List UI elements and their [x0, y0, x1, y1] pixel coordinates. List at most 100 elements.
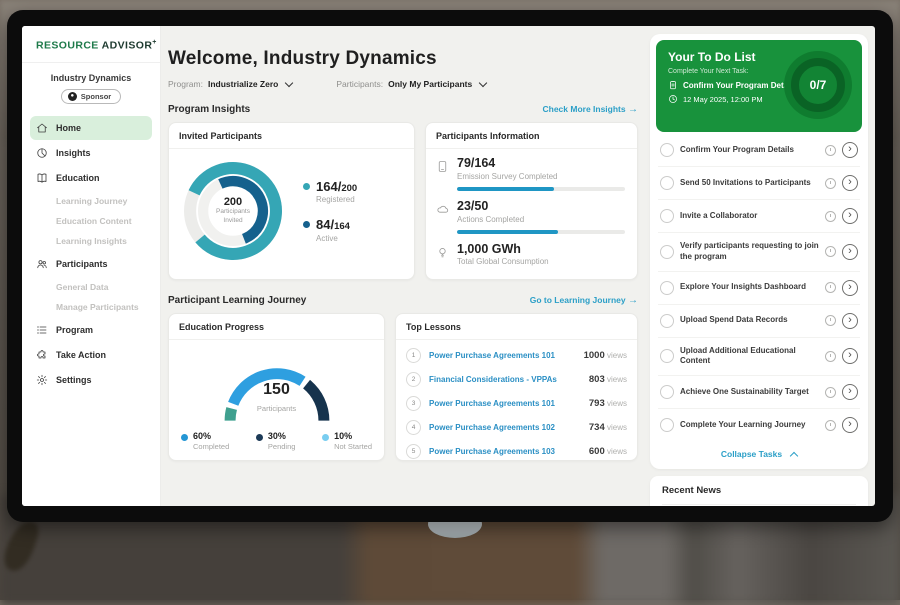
lesson-row: 1 Power Purchase Agreements 101 1000 vie… [406, 343, 627, 367]
card-title: Invited Participants [169, 123, 414, 149]
task-checkbox[interactable] [660, 209, 674, 223]
participants-information-card: Participants Information 79/164 Emission… [425, 122, 638, 280]
lesson-link[interactable]: Power Purchase Agreements 103 [429, 447, 581, 456]
recent-news-card: Recent News [650, 476, 868, 506]
task-checkbox[interactable] [660, 314, 674, 328]
legend-dot [322, 434, 329, 441]
lesson-views: 793 views [589, 398, 627, 409]
sidebar-item-program[interactable]: Program [30, 318, 152, 342]
insights-icon [36, 147, 48, 159]
lesson-row: 3 Power Purchase Agreements 101 793 view… [406, 391, 627, 415]
task-row: Upload Spend Data Records › [658, 305, 860, 338]
task-label: Confirm Your Program Details [680, 145, 819, 156]
task-row: Verify participants requesting to join t… [658, 233, 860, 272]
task-row: Send 50 Invitations to Participants › [658, 167, 860, 200]
sidebar-item-settings[interactable]: Settings [30, 368, 152, 392]
task-chevron-button[interactable]: › [842, 280, 858, 296]
program-icon [36, 324, 48, 336]
legend-dot [303, 221, 310, 228]
task-chevron-button[interactable]: › [842, 313, 858, 329]
program-value: Industrialize Zero [208, 79, 278, 89]
consumption-row: 1,000 GWh Total Global Consumption [436, 243, 625, 267]
sidebar-item-learning-journey[interactable]: Learning Journey [22, 191, 160, 211]
logo-plus: + [152, 39, 157, 46]
task-chevron-button[interactable]: › [842, 348, 858, 364]
task-checkbox[interactable] [660, 281, 674, 295]
sidebar-item-label: Insights [56, 148, 91, 158]
check-more-insights-link[interactable]: Check More Insights → [542, 104, 638, 115]
task-label: Upload Additional Educational Content [680, 346, 819, 368]
todo-task-list: Confirm Your Program Details › Send 50 I… [656, 132, 862, 441]
sidebar-item-insights[interactable]: Insights [30, 141, 152, 165]
task-chevron-button[interactable]: › [842, 175, 858, 191]
sidebar-item-education[interactable]: Education [30, 166, 152, 190]
education-gauge-chart: 150 Participants [182, 344, 372, 430]
sidebar-item-education-content[interactable]: Education Content [22, 211, 160, 231]
sidebar-item-label: Education [56, 173, 100, 183]
sidebar-item-label: Participants [56, 259, 108, 269]
sidebar-item-learning-insights[interactable]: Learning Insights [22, 231, 160, 251]
recent-news-title: Recent News [662, 485, 856, 505]
arrow-right-icon: → [628, 104, 638, 115]
task-row: Explore Your Insights Dashboard › [658, 272, 860, 305]
task-chevron-button[interactable]: › [842, 142, 858, 158]
todo-header-card: Your To Do List Complete Your Next Task:… [656, 40, 862, 132]
go-to-learning-journey-link[interactable]: Go to Learning Journey → [530, 295, 638, 306]
org-name: Industry Dynamics [22, 73, 160, 83]
lesson-rank: 3 [406, 396, 421, 411]
section-title: Program Insights [168, 104, 250, 115]
collapse-tasks-link[interactable]: Collapse Tasks [656, 441, 862, 465]
education-progress-card: Education Progress 150 Participants [168, 313, 385, 461]
participants-value: Only My Participants [388, 79, 472, 89]
program-dropdown[interactable]: Program: Industrialize Zero [168, 79, 292, 89]
task-chevron-button[interactable]: › [842, 384, 858, 400]
task-label: Send 50 Invitations to Participants [680, 178, 819, 189]
lesson-rank: 4 [406, 420, 421, 435]
lesson-row: 5 Power Purchase Agreements 103 600 view… [406, 439, 627, 463]
participants-label: Participants: [336, 79, 383, 89]
lesson-rank: 5 [406, 444, 421, 459]
task-row: Invite a Collaborator › [658, 200, 860, 233]
sponsor-badge: ● Sponsor [61, 89, 121, 104]
task-checkbox[interactable] [660, 176, 674, 190]
lesson-link[interactable]: Power Purchase Agreements 101 [429, 351, 576, 360]
task-checkbox[interactable] [660, 418, 674, 432]
sidebar-item-general-data[interactable]: General Data [22, 277, 160, 297]
sidebar-item-label: Program [56, 325, 93, 335]
clock-icon [825, 351, 836, 362]
invited-donut-chart: 200 Participants Invited [177, 155, 289, 267]
task-checkbox[interactable] [660, 349, 674, 363]
task-chevron-button[interactable]: › [842, 244, 858, 260]
lesson-link[interactable]: Financial Considerations - VPPAs [429, 375, 581, 384]
gauge-legend: 60%Completed 30%Pending 10%Not Started [169, 430, 384, 451]
lesson-row: 2 Financial Considerations - VPPAs 803 v… [406, 367, 627, 391]
legend-dot [181, 434, 188, 441]
lesson-link[interactable]: Power Purchase Agreements 101 [429, 399, 581, 408]
card-title: Participants Information [426, 123, 637, 149]
sidebar-item-participants[interactable]: Participants [30, 252, 152, 276]
main-content: Welcome, Industry Dynamics Program: Indu… [160, 26, 648, 506]
task-checkbox[interactable] [660, 385, 674, 399]
lesson-views: 1000 views [584, 350, 627, 361]
task-checkbox[interactable] [660, 143, 674, 157]
task-chevron-button[interactable]: › [842, 417, 858, 433]
lesson-link[interactable]: Power Purchase Agreements 102 [429, 423, 581, 432]
sponsor-label: Sponsor [81, 92, 111, 101]
education-icon [36, 172, 48, 184]
sidebar-item-manage-participants[interactable]: Manage Participants [22, 297, 160, 317]
sidebar-item-take-action[interactable]: Take Action [30, 343, 152, 367]
lesson-views: 600 views [589, 446, 627, 457]
actions-cloud-icon [436, 203, 449, 216]
logo-resource: RESOURCE [36, 40, 99, 52]
legend-not-started: 10%Not Started [322, 432, 372, 451]
participants-icon [36, 258, 48, 270]
task-chevron-button[interactable]: › [842, 208, 858, 224]
learning-journey-header: Participant Learning Journey Go to Learn… [168, 295, 638, 306]
clock-icon [825, 211, 836, 222]
lesson-views: 734 views [589, 422, 627, 433]
task-checkbox[interactable] [660, 245, 674, 259]
take-action-icon [36, 349, 48, 361]
participants-dropdown[interactable]: Participants: Only My Participants [336, 79, 486, 89]
sidebar-item-home[interactable]: Home [30, 116, 152, 140]
top-lessons-card: Top Lessons 1 Power Purchase Agreements … [395, 313, 638, 461]
